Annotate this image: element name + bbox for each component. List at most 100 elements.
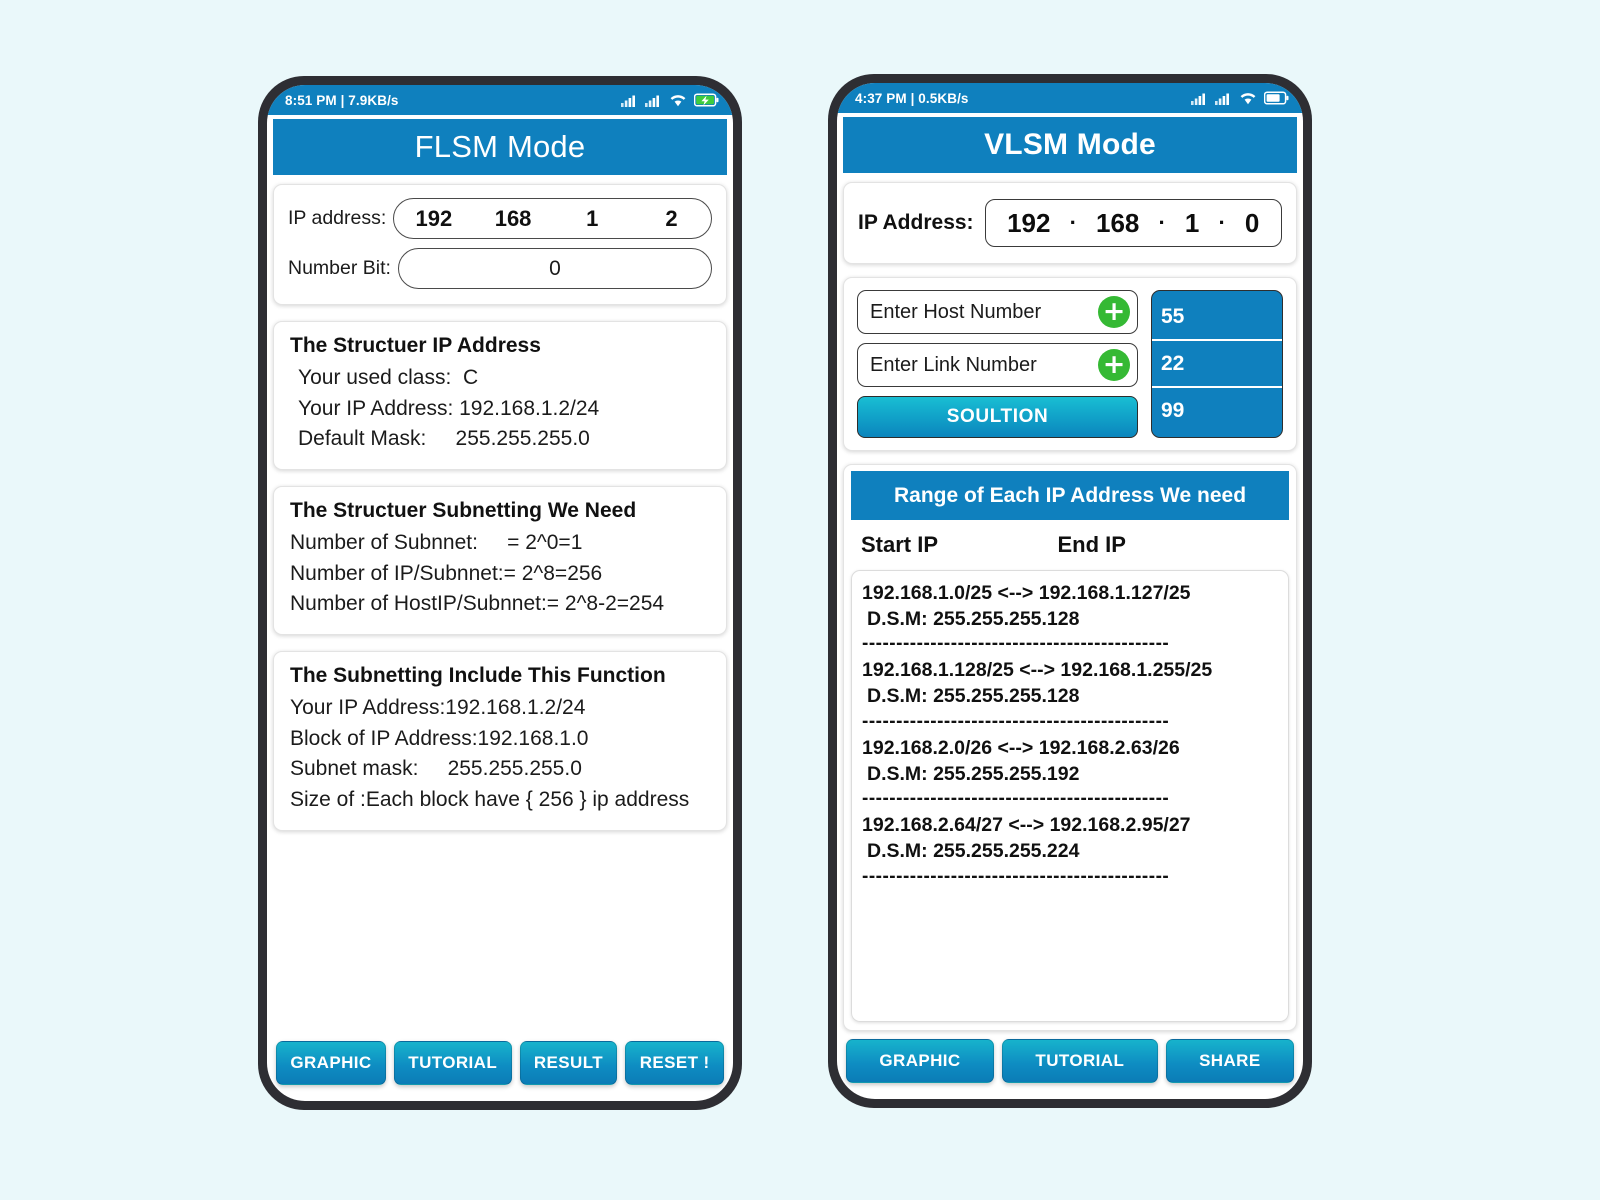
vlsm-entry-card: Enter Host Number + Enter Link Number + … xyxy=(843,277,1297,451)
entered-numbers-list[interactable]: 55 22 99 xyxy=(1151,290,1283,438)
flsm-spacer xyxy=(273,831,727,1033)
ip-octet-4[interactable]: 0 xyxy=(1245,208,1259,239)
card-include-function-line: Size of :Each block have { 256 } ip addr… xyxy=(290,787,690,811)
card-include-function-title: The Subnetting Include This Function xyxy=(290,663,666,687)
ip-separator: · xyxy=(1069,210,1077,235)
plus-icon: + xyxy=(1102,296,1126,327)
ip-address-input[interactable]: 192 168 1 2 xyxy=(393,198,712,239)
host-number-placeholder[interactable]: Enter Host Number xyxy=(870,301,1098,324)
ip-octet-2[interactable]: 168 xyxy=(473,206,552,232)
screenshot-stage: 8:51 PM | 7.9KB/s FLSM Mode IP address: … xyxy=(0,0,1600,1200)
status-bar: 4:37 PM | 0.5KB/s xyxy=(837,83,1303,113)
list-item[interactable]: 99 xyxy=(1152,388,1282,433)
ip-octet-3[interactable]: 1 xyxy=(1185,208,1199,239)
number-bit-input[interactable]: 0 xyxy=(397,248,712,289)
range-list[interactable]: 192.168.1.0/25 <--> 192.168.1.127/25 D.S… xyxy=(851,570,1289,1022)
host-number-field[interactable]: Enter Host Number + xyxy=(857,290,1138,334)
graphic-button[interactable]: GRAPHIC xyxy=(276,1041,386,1085)
range-dsm: D.S.M: 255.255.255.192 xyxy=(867,762,1080,785)
page-title: FLSM Mode xyxy=(414,129,586,164)
solution-button[interactable]: SOULTION xyxy=(857,396,1138,438)
divider: ----------------------------------------… xyxy=(862,710,1170,732)
signal-icon xyxy=(621,93,638,107)
add-host-button[interactable]: + xyxy=(1098,296,1130,328)
ip-octet-3[interactable]: 1 xyxy=(553,206,632,232)
battery-charging-icon xyxy=(694,93,719,107)
list-item[interactable]: 192.168.2.0/26 <--> 192.168.2.63/26 D.S.… xyxy=(862,734,1278,787)
app-bar: FLSM Mode xyxy=(273,119,727,175)
flsm-body: IP address: 192 168 1 2 Number Bit: 0 Th… xyxy=(267,175,733,1033)
result-button[interactable]: RESULT xyxy=(519,1041,618,1085)
graphic-button[interactable]: GRAPHIC xyxy=(846,1039,995,1083)
status-bar-text: 4:37 PM | 0.5KB/s xyxy=(855,90,969,106)
range-card-header: Range of Each IP Address We need xyxy=(851,471,1289,520)
status-bar: 8:51 PM | 7.9KB/s xyxy=(267,85,733,115)
battery-icon xyxy=(1264,91,1289,105)
ip-octet-2[interactable]: 168 xyxy=(1096,208,1139,239)
vlsm-button-bar: GRAPHIC TUTORIAL SHARE xyxy=(837,1031,1303,1099)
number-bit-label: Number Bit: xyxy=(288,257,391,279)
phone-flsm-screen: 8:51 PM | 7.9KB/s FLSM Mode IP address: … xyxy=(267,85,733,1101)
card-include-function-line: Block of IP Address:192.168.1.0 xyxy=(290,726,589,750)
range-text: 192.168.1.128/25 <--> 192.168.1.255/25 xyxy=(862,659,1213,682)
app-bar: VLSM Mode xyxy=(843,117,1297,173)
card-structure-ip-line: Your used class: C xyxy=(298,366,479,389)
card-structure-subnetting-line: Number of IP/Subnnet:= 2^8=256 xyxy=(290,561,603,585)
status-bar-icons xyxy=(621,93,719,107)
card-structure-subnetting-line: Number of Subnnet: = 2^0=1 xyxy=(290,530,583,554)
card-structure-ip-line: Your IP Address: 192.168.1.2/24 xyxy=(298,396,600,420)
ip-address-row: IP address: 192 168 1 2 xyxy=(288,198,712,239)
range-dsm: D.S.M: 255.255.255.128 xyxy=(867,685,1080,708)
list-item[interactable]: 192.168.1.0/25 <--> 192.168.1.127/25 D.S… xyxy=(862,579,1278,632)
range-text: 192.168.1.0/25 <--> 192.168.1.127/25 xyxy=(862,582,1191,604)
card-structure-subnetting-line: Number of HostIP/Subnnet:= 2^8-2=254 xyxy=(290,592,665,616)
wifi-icon xyxy=(1239,91,1257,105)
vlsm-body: IP Address: 192 · 168 · 1 · 0 Enter Host… xyxy=(837,173,1303,1031)
wifi-icon xyxy=(669,93,687,107)
signal-icon xyxy=(1191,91,1208,105)
status-bar-icons xyxy=(1191,91,1289,105)
vlsm-range-card: Range of Each IP Address We need Start I… xyxy=(843,464,1297,1031)
ip-address-label: IP Address: xyxy=(858,211,974,234)
list-item[interactable]: 22 xyxy=(1152,341,1282,388)
divider: ----------------------------------------… xyxy=(862,788,1170,810)
link-number-placeholder[interactable]: Enter Link Number xyxy=(870,354,1098,377)
list-item[interactable]: 192.168.1.128/25 <--> 192.168.1.255/25 D… xyxy=(862,656,1278,709)
ip-octet-1[interactable]: 192 xyxy=(1007,208,1050,239)
phone-vlsm-screen: 4:37 PM | 0.5KB/s VLSM Mode IP Address: … xyxy=(837,83,1303,1099)
number-bit-value[interactable]: 0 xyxy=(399,257,711,281)
list-item[interactable]: 55 xyxy=(1152,294,1282,341)
ip-octet-1[interactable]: 192 xyxy=(394,206,473,232)
share-button[interactable]: SHARE xyxy=(1165,1039,1294,1083)
list-item[interactable]: 192.168.2.64/27 <--> 192.168.2.95/27 D.S… xyxy=(862,811,1278,864)
range-dsm: D.S.M: 255.255.255.128 xyxy=(867,607,1080,630)
reset-button[interactable]: RESET ! xyxy=(625,1041,724,1085)
ip-separator: · xyxy=(1158,210,1166,235)
vlsm-entry-controls: Enter Host Number + Enter Link Number + … xyxy=(857,290,1138,438)
card-structure-ip: The Structuer IP Address Your used class… xyxy=(273,321,727,470)
phone-vlsm: 4:37 PM | 0.5KB/s VLSM Mode IP Address: … xyxy=(828,74,1312,1108)
range-text: 192.168.2.0/26 <--> 192.168.2.63/26 xyxy=(862,736,1180,759)
page-title: VLSM Mode xyxy=(984,128,1156,161)
tutorial-button[interactable]: TUTORIAL xyxy=(1002,1039,1158,1083)
card-structure-subnetting: The Structuer Subnetting We Need Number … xyxy=(273,485,727,635)
card-structure-ip-line: Default Mask: 255.255.255.0 xyxy=(298,427,590,451)
ip-address-input[interactable]: 192 · 168 · 1 · 0 xyxy=(984,199,1282,247)
card-include-function: The Subnetting Include This Function You… xyxy=(273,650,727,831)
column-header-start-ip: Start IP xyxy=(861,532,939,557)
column-header-end-ip: End IP xyxy=(1057,532,1126,557)
ip-octet-4[interactable]: 2 xyxy=(632,206,711,232)
phone-flsm: 8:51 PM | 7.9KB/s FLSM Mode IP address: … xyxy=(258,76,742,1110)
status-bar-text: 8:51 PM | 7.9KB/s xyxy=(285,92,399,108)
link-number-field[interactable]: Enter Link Number + xyxy=(857,343,1138,387)
tutorial-button[interactable]: TUTORIAL xyxy=(393,1041,512,1085)
ip-address-label: IP address: xyxy=(288,207,387,229)
add-link-button[interactable]: + xyxy=(1098,349,1130,381)
range-dsm: D.S.M: 255.255.255.224 xyxy=(867,840,1080,863)
divider: ----------------------------------------… xyxy=(862,865,1170,887)
plus-icon: + xyxy=(1102,349,1126,380)
range-column-headers: Start IP End IP xyxy=(851,520,1289,570)
signal-icon xyxy=(1215,91,1232,105)
number-bit-row: Number Bit: 0 xyxy=(288,248,712,289)
ip-separator: · xyxy=(1218,210,1226,235)
